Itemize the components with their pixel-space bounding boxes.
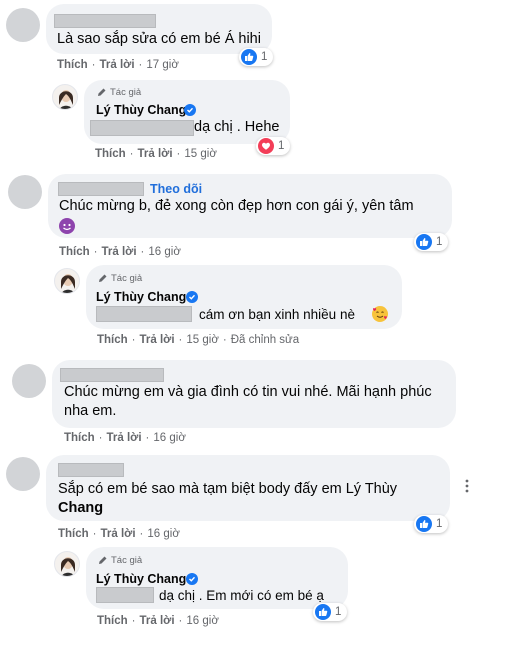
comment-text-line-1: Chúc mừng em và gia đình có tin vui nhé.… (64, 384, 432, 400)
pencil-icon (98, 88, 106, 96)
like-button[interactable]: Thích (97, 615, 128, 627)
comment-text-line-2: nha em. (64, 403, 117, 419)
author-name[interactable]: Lý Thùy Chang (96, 572, 186, 586)
comment-actions: Thích · Trả lời · 16 giờ (58, 528, 180, 540)
reaction-count[interactable]: 1 (414, 515, 449, 533)
reply-actions: Thích · Trả lời · 16 giờ (97, 615, 219, 627)
reply-button[interactable]: Trả lời (107, 432, 142, 444)
reaction-count-number: 1 (335, 606, 342, 618)
reply-button[interactable]: Trả lời (101, 528, 136, 540)
timestamp[interactable]: 15 giờ (186, 334, 218, 346)
author-avatar[interactable] (54, 551, 80, 577)
like-button[interactable]: Thích (95, 148, 126, 160)
reply-button[interactable]: Trả lời (140, 334, 175, 346)
comment-actions: Thích · Trả lời · 17 giờ (57, 59, 179, 71)
pencil-icon (99, 556, 107, 564)
author-tag: Tác giả (111, 555, 143, 566)
like-reaction-icon (315, 604, 331, 620)
avatar[interactable] (6, 8, 40, 42)
timestamp[interactable]: 15 giờ (184, 148, 216, 160)
timestamp[interactable]: 16 giờ (186, 615, 218, 627)
author-name[interactable]: Lý Thùy Chang (96, 103, 186, 117)
smiling-face-with-hearts-emoji (372, 306, 388, 322)
comment-text-line-1: Sắp có em bé sao mà tạm biệt body đấy em… (58, 481, 398, 497)
like-reaction-icon (416, 234, 432, 250)
reaction-count[interactable]: 1 (256, 137, 291, 155)
like-reaction-icon (416, 516, 432, 532)
comment-text: Là sao sắp sửa có em bé Á hihi (57, 31, 261, 47)
author-avatar[interactable] (54, 268, 80, 294)
pencil-icon (99, 274, 107, 282)
heart-reaction-icon (258, 138, 274, 154)
like-button[interactable]: Thích (64, 432, 95, 444)
redacted-mention (96, 587, 154, 603)
verified-badge-icon (186, 291, 198, 303)
reaction-count-number: 1 (278, 140, 285, 152)
avatar[interactable] (8, 175, 42, 209)
redacted-mention (90, 120, 194, 136)
reply-actions: Thích · Trả lời · 15 giờ · Đã chỉnh sửa (97, 334, 300, 346)
reaction-count[interactable]: 1 (313, 603, 348, 621)
reply-button[interactable]: Trả lời (100, 59, 135, 71)
comment-actions: Thích · Trả lời · 16 giờ (64, 432, 186, 444)
like-button[interactable]: Thích (59, 246, 90, 258)
avatar[interactable] (6, 457, 40, 491)
author-avatar[interactable] (52, 84, 78, 110)
reply-actions: Thích · Trả lời · 15 giờ (95, 148, 217, 160)
reaction-count-number: 1 (261, 51, 268, 63)
like-button[interactable]: Thích (97, 334, 128, 346)
redacted-name (54, 14, 156, 28)
reply-text: dạ chị . Hehe (194, 119, 280, 135)
comment-actions: Thích · Trả lời · 16 giờ (59, 246, 181, 258)
reply-text: cám ơn bạn xinh nhiều nè (199, 307, 355, 322)
reply-button[interactable]: Trả lời (138, 148, 173, 160)
reaction-count[interactable]: 1 (239, 48, 274, 66)
smiling-face-with-horns-emoji (59, 218, 75, 234)
more-options-icon[interactable] (459, 478, 475, 494)
reaction-count[interactable]: 1 (414, 233, 449, 251)
redacted-name (58, 182, 144, 196)
edited-label: Đã chỉnh sửa (230, 334, 300, 346)
reaction-count-number: 1 (436, 236, 443, 248)
follow-link[interactable]: Theo dõi (150, 182, 202, 196)
timestamp[interactable]: 16 giờ (147, 528, 179, 540)
comment-text: Chúc mừng b, đẻ xong còn đẹp hơn con gái… (59, 198, 414, 214)
timestamp[interactable]: 17 giờ (146, 59, 178, 71)
author-tag: Tác giả (111, 273, 143, 284)
reaction-count-number: 1 (436, 518, 443, 530)
redacted-mention (96, 306, 192, 322)
timestamp[interactable]: 16 giờ (153, 432, 185, 444)
reply-text: dạ chị . Em mới có em bé ạ (159, 588, 324, 603)
author-name[interactable]: Lý Thùy Chang (96, 290, 186, 304)
comment-text-line-2: Chang (58, 500, 104, 516)
reply-button[interactable]: Trả lời (140, 615, 175, 627)
like-button[interactable]: Thích (57, 59, 88, 71)
like-button[interactable]: Thích (58, 528, 89, 540)
like-reaction-icon (241, 49, 257, 65)
author-tag: Tác giả (110, 87, 142, 98)
avatar[interactable] (12, 364, 46, 398)
verified-badge-icon (184, 104, 196, 116)
reply-button[interactable]: Trả lời (102, 246, 137, 258)
timestamp[interactable]: 16 giờ (148, 246, 180, 258)
redacted-name (60, 368, 164, 382)
verified-badge-icon (186, 573, 198, 585)
redacted-name (58, 463, 124, 477)
